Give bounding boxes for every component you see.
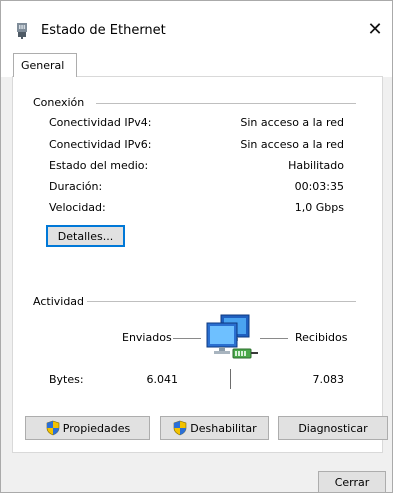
ipv6-connectivity-value: Sin acceso a la red <box>240 138 344 151</box>
duration-label: Duración: <box>49 180 103 193</box>
sent-line <box>173 338 201 339</box>
bytes-received-value: 7.083 <box>312 373 345 386</box>
connection-group-divider <box>96 103 356 104</box>
uac-shield-icon <box>173 420 187 436</box>
activity-group-label: Actividad <box>33 295 85 308</box>
general-tab-panel <box>12 76 383 453</box>
disable-button[interactable]: Deshabilitar <box>160 416 269 440</box>
properties-button[interactable]: Propiedades <box>25 416 150 440</box>
activity-group-divider <box>87 301 356 302</box>
tab-general[interactable]: General <box>13 53 77 77</box>
close-button[interactable]: Cerrar <box>318 471 386 493</box>
ethernet-status-dialog: Estado de Ethernet ✕ General Conexión Co… <box>0 0 393 493</box>
ipv4-connectivity-value: Sin acceso a la red <box>240 116 344 129</box>
duration-value: 00:03:35 <box>294 180 344 193</box>
uac-shield-icon <box>46 420 60 436</box>
ethernet-connector-icon <box>17 23 27 39</box>
bytes-separator <box>230 369 231 389</box>
sent-label: Enviados <box>122 331 172 344</box>
properties-button-label: Propiedades <box>62 421 131 435</box>
received-line <box>260 338 288 339</box>
disable-button-label: Deshabilitar <box>190 421 257 435</box>
speed-value: 1,0 Gbps <box>294 201 344 214</box>
title-bar: Estado de Ethernet ✕ <box>1 1 392 41</box>
window-title: Estado de Ethernet <box>41 23 166 38</box>
ipv6-connectivity-label: Conectividad IPv6: <box>49 138 152 151</box>
bytes-label: Bytes: <box>49 373 84 386</box>
diagnose-button[interactable]: Diagnosticar <box>278 416 388 440</box>
bytes-sent-value: 6.041 <box>146 373 179 386</box>
received-label: Recibidos <box>295 331 348 344</box>
network-computers-icon <box>206 314 258 359</box>
speed-label: Velocidad: <box>49 201 106 214</box>
details-button[interactable]: Detalles... <box>46 225 125 247</box>
diagnose-button-label: Diagnosticar <box>298 421 368 435</box>
ipv4-connectivity-label: Conectividad IPv4: <box>49 116 152 129</box>
close-window-button[interactable]: ✕ <box>361 17 389 43</box>
media-state-label: Estado del medio: <box>49 159 149 172</box>
media-state-value: Habilitado <box>288 159 344 172</box>
connection-group-label: Conexión <box>33 96 85 109</box>
